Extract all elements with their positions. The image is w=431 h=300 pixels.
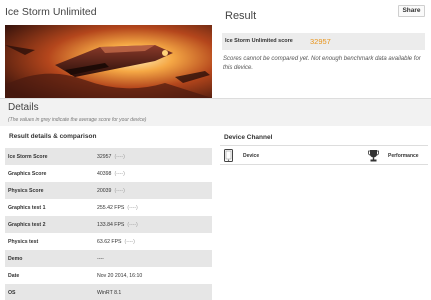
row-average: (----) [127, 222, 138, 228]
result-panel: Result Share Ice Storm Unlimited score 3… [217, 0, 431, 98]
row-average: (----) [124, 239, 135, 245]
table-row: OS WinRT 8.1 [5, 284, 212, 300]
row-value: 255.42 FPS (----) [97, 205, 138, 211]
row-label: Graphics test 2 [8, 222, 46, 228]
score-label: Ice Storm Unlimited score [225, 38, 293, 44]
row-value: 32957 (----) [97, 154, 125, 160]
row-average: (----) [127, 205, 138, 211]
row-average: (----) [114, 171, 125, 177]
result-details-panel: Result details & comparison Ice Storm Sc… [0, 126, 217, 300]
table-row: Ice Storm Score 32957 (----) [5, 148, 212, 165]
test-title: Ice Storm Unlimited [5, 6, 97, 18]
row-label: Ice Storm Score [8, 154, 48, 160]
row-value: 40398 (----) [97, 171, 125, 177]
hero-image [5, 25, 212, 98]
row-value: ---- [97, 256, 104, 262]
row-label: Physics Score [8, 188, 44, 194]
device-column-label: Device [243, 153, 260, 159]
test-header: Ice Storm Unlimited [0, 0, 217, 98]
row-label: Demo [8, 256, 23, 262]
performance-column-label: Performance [388, 153, 419, 159]
device-channel-header: Device Performance [220, 145, 428, 165]
device-channel-panel: Device Channel Device Performance [217, 126, 431, 300]
result-title: Result [225, 10, 257, 22]
row-value: Nov 20 2014, 16:10 [97, 273, 143, 279]
row-average: (----) [114, 188, 125, 194]
row-average: (----) [114, 154, 125, 160]
details-header: Details (The values in grey indicate the… [0, 98, 431, 126]
row-label: Graphics Score [8, 171, 47, 177]
tablet-icon [224, 149, 233, 162]
trophy-icon [368, 149, 379, 162]
result-details-title: Result details & comparison [9, 133, 97, 140]
score-note: Scores cannot be compared yet. Not enoug… [223, 56, 421, 71]
row-label: Graphics test 1 [8, 205, 46, 211]
table-row: Graphics Score 40398 (----) [5, 165, 212, 182]
score-box: Ice Storm Unlimited score 32957 [222, 33, 425, 50]
table-row: Date Nov 20 2014, 16:10 [5, 267, 212, 284]
row-value: 63.62 FPS (----) [97, 239, 135, 245]
table-row: Physics Score 20039 (----) [5, 182, 212, 199]
row-label: Date [8, 273, 20, 279]
row-value: WinRT 8.1 [97, 290, 122, 296]
device-channel-title: Device Channel [224, 134, 273, 141]
table-row: Graphics test 1 255.42 FPS (----) [5, 199, 212, 216]
table-row: Physics test 63.62 FPS (----) [5, 233, 212, 250]
row-label: Physics test [8, 239, 39, 245]
row-value: 133.84 FPS (----) [97, 222, 138, 228]
score-value: 32957 [310, 37, 331, 46]
table-row: Graphics test 2 133.84 FPS (----) [5, 216, 212, 233]
result-details-table: Ice Storm Score 32957 (----) Graphics Sco… [5, 148, 212, 300]
row-value: 20039 (----) [97, 188, 125, 194]
row-label: OS [8, 290, 16, 296]
share-button[interactable]: Share [398, 5, 425, 17]
table-row: Demo ---- [5, 250, 212, 267]
details-title: Details [8, 102, 39, 113]
details-hint: (The values in grey indicate the average… [8, 117, 147, 123]
